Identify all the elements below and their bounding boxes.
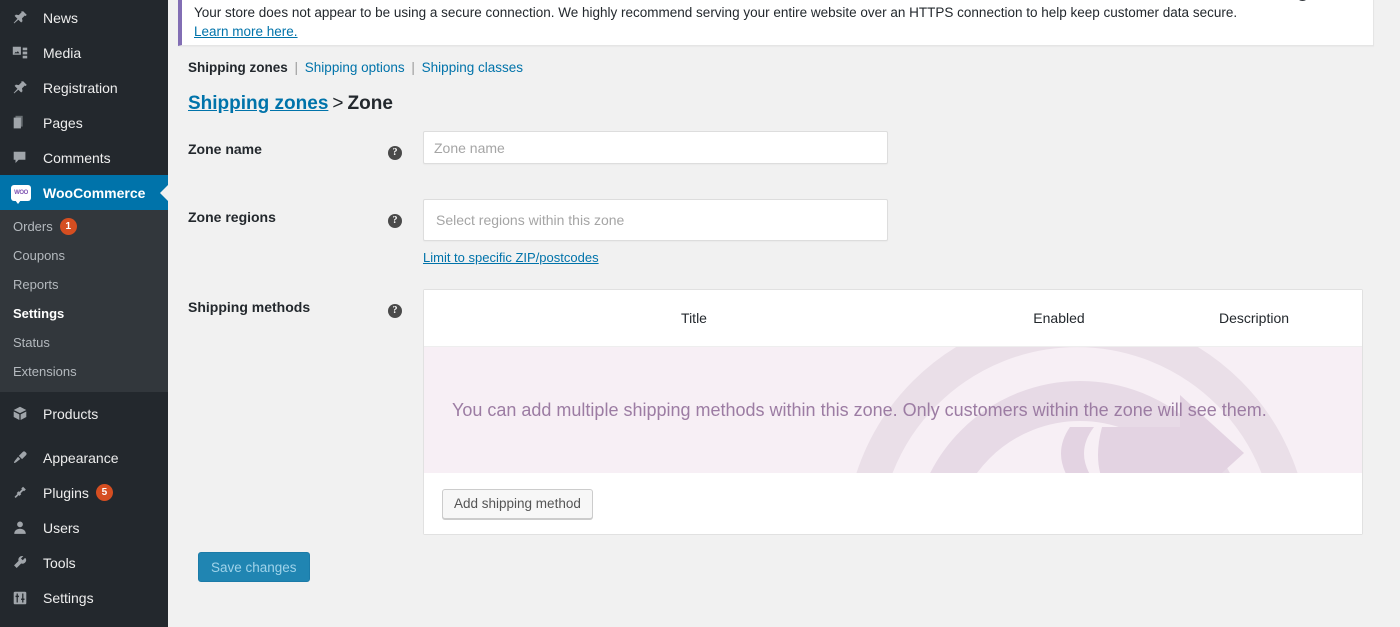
submenu-item-settings[interactable]: Settings (0, 299, 168, 328)
user-icon (11, 518, 35, 538)
woocommerce-submenu: Orders 1 Coupons Reports Settings Status… (0, 210, 168, 392)
breadcrumb: Shipping zones > Zone (178, 75, 1388, 115)
sidebar-item-comments[interactable]: Comments (0, 140, 168, 175)
sidebar-item-label: Plugins (43, 484, 89, 501)
submenu-item-label: Status (13, 335, 50, 350)
sidebar-item-woocommerce[interactable]: WOO WooCommerce (0, 175, 168, 210)
sidebar-item-tools[interactable]: Tools (0, 545, 168, 580)
help-icon: ? (388, 214, 402, 228)
add-shipping-method-button[interactable]: Add shipping method (442, 488, 593, 519)
shipping-methods-row: Shipping methods ? Title Enabled Descrip… (188, 289, 1388, 535)
pin-icon (11, 78, 35, 98)
box-icon (11, 404, 35, 424)
sidebar-item-news[interactable]: News (0, 0, 168, 35)
limit-postcodes-link[interactable]: Limit to specific ZIP/postcodes (423, 250, 599, 265)
pages-icon (11, 113, 35, 133)
sliders-icon (11, 588, 35, 608)
woocommerce-icon: WOO (11, 183, 35, 204)
shipping-methods-empty-state: You can add multiple shipping methods wi… (424, 347, 1362, 473)
sidebar-item-settings[interactable]: Settings (0, 580, 168, 615)
sidebar-item-label: News (43, 9, 79, 26)
sidebar-item-label: WooCommerce (43, 184, 146, 201)
shipping-methods-footer: Add shipping method (424, 473, 1362, 534)
sidebar-item-media[interactable]: Media (0, 35, 168, 70)
brush-icon (11, 448, 35, 468)
submenu-item-orders[interactable]: Orders 1 (0, 212, 168, 241)
save-row: Save changes (188, 535, 1388, 582)
tab-shipping-classes[interactable]: Shipping classes (422, 60, 523, 75)
zone-regions-help[interactable]: ? (388, 199, 423, 228)
subtab-separator: | (411, 60, 415, 75)
sidebar-item-users[interactable]: Users (0, 510, 168, 545)
help-icon: ? (388, 146, 402, 160)
admin-page: News Media Registration Pages Comments W… (0, 0, 1400, 627)
learn-more-link[interactable]: Learn more here. (194, 24, 1361, 39)
empty-state-message: You can add multiple shipping methods wi… (452, 399, 1267, 420)
save-changes-button[interactable]: Save changes (198, 552, 310, 582)
sidebar-item-products[interactable]: Products (0, 396, 168, 431)
table-header-row: Title Enabled Description (424, 290, 1362, 347)
zone-regions-select[interactable]: Select regions within this zone (423, 199, 888, 241)
zone-name-label: Zone name (188, 141, 262, 157)
dismiss-label: Dismiss (1314, 0, 1360, 2)
submenu-item-label: Reports (13, 277, 59, 292)
column-header-title: Title (681, 310, 707, 326)
breadcrumb-separator: > (332, 93, 344, 114)
sidebar-item-label: Settings (43, 589, 94, 606)
sidebar-current-arrow (160, 183, 168, 202)
plugins-count-badge: 5 (95, 484, 113, 501)
sidebar-item-label: Pages (43, 114, 83, 131)
zone-name-help[interactable]: ? (388, 131, 423, 160)
submenu-item-label: Coupons (13, 248, 66, 263)
sidebar-item-label: Comments (43, 149, 111, 166)
comment-icon (11, 148, 35, 168)
sidebar-item-pages[interactable]: Pages (0, 105, 168, 140)
dismiss-notice-button[interactable]: Dismiss (1295, 0, 1360, 2)
shipping-methods-table: Title Enabled Description You can add mu… (423, 289, 1363, 535)
tab-shipping-zones[interactable]: Shipping zones (188, 60, 288, 75)
submenu-item-coupons[interactable]: Coupons (0, 241, 168, 270)
sidebar-item-registration[interactable]: Registration (0, 70, 168, 105)
sidebar-item-appearance[interactable]: Appearance (0, 440, 168, 475)
wrench-icon (11, 553, 35, 573)
plug-icon (11, 483, 35, 503)
admin-sidebar: News Media Registration Pages Comments W… (0, 0, 168, 627)
submenu-item-label: Settings (13, 306, 65, 321)
zone-regions-row: Zone regions ? Select regions within thi… (188, 199, 1388, 267)
zone-name-input[interactable] (423, 131, 888, 164)
shipping-methods-help[interactable]: ? (388, 289, 423, 318)
sidebar-item-label: Media (43, 44, 82, 61)
submenu-item-label: Orders (13, 219, 53, 234)
submenu-item-label: Extensions (13, 364, 77, 379)
breadcrumb-current: Zone (347, 93, 393, 114)
sidebar-item-label: Products (43, 405, 99, 422)
main-content: Your store does not appear to be using a… (168, 0, 1400, 627)
submenu-item-reports[interactable]: Reports (0, 270, 168, 299)
zone-name-row: Zone name ? (188, 131, 1388, 164)
orders-count-badge: 1 (59, 218, 77, 235)
pin-icon (11, 8, 35, 28)
shipping-methods-label: Shipping methods (188, 299, 311, 315)
submenu-item-status[interactable]: Status (0, 328, 168, 357)
tab-shipping-options[interactable]: Shipping options (305, 60, 405, 75)
zone-regions-label: Zone regions (188, 209, 276, 225)
settings-subtabs: Shipping zones | Shipping options | Ship… (178, 46, 1388, 75)
sidebar-item-label: Tools (43, 554, 76, 571)
zone-regions-placeholder: Select regions within this zone (436, 212, 625, 228)
column-header-enabled: Enabled (1033, 310, 1085, 326)
column-header-description: Description (1218, 310, 1290, 326)
subtab-separator: | (294, 60, 299, 75)
notice-text: Your store does not appear to be using a… (194, 5, 1238, 20)
sidebar-item-label: Appearance (43, 449, 119, 466)
close-icon (1295, 0, 1309, 1)
https-warning-notice: Your store does not appear to be using a… (178, 0, 1374, 46)
help-icon: ? (388, 304, 402, 318)
zone-form: Zone name ? Zone regions ? Select region… (178, 131, 1388, 582)
submenu-item-extensions[interactable]: Extensions (0, 357, 168, 386)
sidebar-item-plugins[interactable]: Plugins 5 (0, 475, 168, 510)
sidebar-item-label: Users (43, 519, 80, 536)
sidebar-item-label: Registration (43, 79, 118, 96)
breadcrumb-shipping-zones-link[interactable]: Shipping zones (188, 93, 328, 114)
media-icon (11, 43, 35, 63)
